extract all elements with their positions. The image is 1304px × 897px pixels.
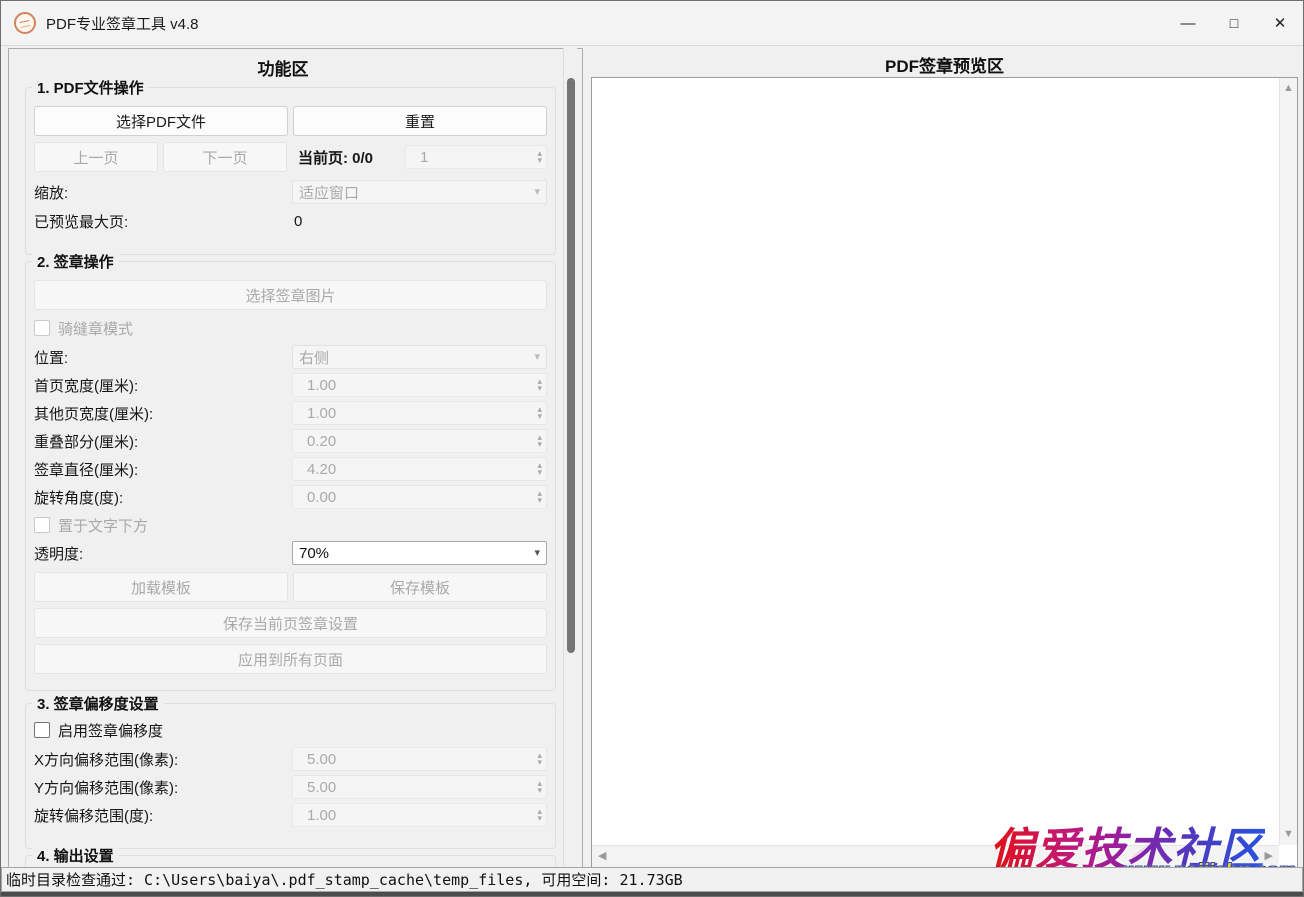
chevron-down-icon: ▾ bbox=[534, 187, 540, 198]
opacity-label: 透明度: bbox=[34, 543, 287, 564]
enable-offset-label: 启用签章偏移度 bbox=[58, 720, 163, 741]
spin-down-icon[interactable]: ▾ bbox=[537, 157, 542, 164]
stamp-diameter-label: 签章直径(厘米): bbox=[34, 459, 287, 480]
y-offset-range-label: Y方向偏移范围(像素): bbox=[34, 777, 287, 798]
y-offset-range-spinner[interactable]: 5.00 ▴ ▾ bbox=[292, 775, 547, 799]
scroll-down-icon[interactable]: ▼ bbox=[1283, 829, 1294, 840]
spin-down-icon[interactable]: ▾ bbox=[537, 787, 542, 794]
next-page-button[interactable]: 下一页 bbox=[163, 142, 287, 172]
preview-max-label: 已预览最大页: bbox=[34, 211, 287, 232]
select-stamp-image-button[interactable]: 选择签章图片 bbox=[34, 280, 547, 310]
save-current-page-settings-button[interactable]: 保存当前页签章设置 bbox=[34, 608, 547, 638]
straddle-stamp-mode-checkbox[interactable]: 骑缝章模式 bbox=[34, 317, 547, 339]
scrollbar-thumb[interactable] bbox=[567, 78, 575, 653]
pdf-preview-canvas[interactable]: ▲ ▼ ◀ ▶ bbox=[591, 77, 1298, 868]
position-dropdown[interactable]: 右侧 ▾ bbox=[292, 345, 547, 369]
window-bottom-edge bbox=[1, 892, 1303, 896]
zoom-dropdown[interactable]: 适应窗口 ▾ bbox=[292, 180, 547, 204]
first-page-width-label: 首页宽度(厘米): bbox=[34, 375, 287, 396]
preview-panel-title: PDF签章预览区 bbox=[591, 52, 1298, 77]
spin-down-icon[interactable]: ▾ bbox=[537, 469, 542, 476]
under-text-checkbox[interactable]: 置于文字下方 bbox=[34, 514, 547, 536]
overlap-label: 重叠部分(厘米): bbox=[34, 431, 287, 452]
group1-title: 1. PDF文件操作 bbox=[32, 77, 149, 98]
group3-title: 3. 签章偏移度设置 bbox=[32, 693, 164, 714]
position-selected-value: 右侧 bbox=[299, 347, 534, 368]
prev-page-button[interactable]: 上一页 bbox=[34, 142, 158, 172]
chevron-down-icon: ▾ bbox=[534, 548, 540, 559]
group-pdf-file-operations: 1. PDF文件操作 选择PDF文件 重置 上一页 下一页 当前页: 0/0 1… bbox=[25, 87, 556, 255]
status-bar: 临时目录检查通过: C:\Users\baiya\.pdf_stamp_cach… bbox=[1, 867, 1303, 892]
x-offset-range-label: X方向偏移范围(像素): bbox=[34, 749, 287, 770]
x-offset-range-spinner[interactable]: 5.00 ▴ ▾ bbox=[292, 747, 547, 771]
preview-vertical-scrollbar[interactable]: ▲ ▼ bbox=[1279, 78, 1297, 845]
checkbox-icon bbox=[34, 517, 50, 533]
close-button[interactable]: ✕ bbox=[1257, 1, 1303, 45]
group2-title: 2. 签章操作 bbox=[32, 251, 119, 272]
group4-title: 4. 输出设置 bbox=[32, 845, 119, 866]
spin-down-icon[interactable]: ▾ bbox=[537, 497, 542, 504]
checkbox-icon bbox=[34, 722, 50, 738]
minimize-button[interactable]: — bbox=[1165, 1, 1211, 45]
spin-down-icon[interactable]: ▾ bbox=[537, 385, 542, 392]
app-stamp-icon bbox=[14, 12, 36, 34]
window-title: PDF专业签章工具 v4.8 bbox=[46, 13, 199, 34]
rotation-angle-label: 旋转角度(度): bbox=[34, 487, 287, 508]
opacity-selected-value: 70% bbox=[299, 545, 534, 562]
chevron-down-icon: ▾ bbox=[534, 352, 540, 363]
title-bar: PDF专业签章工具 v4.8 — □ ✕ bbox=[1, 1, 1303, 46]
select-pdf-button[interactable]: 选择PDF文件 bbox=[34, 106, 288, 136]
page-number-spinner[interactable]: 1 ▴ ▾ bbox=[405, 145, 547, 169]
zoom-label: 缩放: bbox=[34, 182, 287, 203]
position-label: 位置: bbox=[34, 347, 287, 368]
current-page-label: 当前页: 0/0 bbox=[292, 147, 400, 168]
enable-offset-checkbox[interactable]: 启用签章偏移度 bbox=[34, 719, 547, 741]
page-number-value: 1 bbox=[420, 149, 537, 166]
first-page-width-spinner[interactable]: 1.00 ▴ ▾ bbox=[292, 373, 547, 397]
other-page-width-label: 其他页宽度(厘米): bbox=[34, 403, 287, 424]
maximize-button[interactable]: □ bbox=[1211, 1, 1257, 45]
apply-to-all-pages-button[interactable]: 应用到所有页面 bbox=[34, 644, 547, 674]
load-template-button[interactable]: 加载模板 bbox=[34, 572, 288, 602]
group-stamp-offset-settings: 3. 签章偏移度设置 启用签章偏移度 X方向偏移范围(像素): 5.00 ▴ ▾… bbox=[25, 703, 556, 849]
window-controls: — □ ✕ bbox=[1165, 1, 1303, 45]
rotation-offset-range-spinner[interactable]: 1.00 ▴ ▾ bbox=[292, 803, 547, 827]
overlap-spinner[interactable]: 0.20 ▴ ▾ bbox=[292, 429, 547, 453]
scroll-up-icon[interactable]: ▲ bbox=[1283, 83, 1294, 94]
spin-down-icon[interactable]: ▾ bbox=[537, 815, 542, 822]
rotation-offset-range-label: 旋转偏移范围(度): bbox=[34, 805, 287, 826]
preview-max-value: 0 bbox=[292, 213, 547, 230]
reset-button[interactable]: 重置 bbox=[293, 106, 547, 136]
spin-down-icon[interactable]: ▾ bbox=[537, 759, 542, 766]
zoom-selected-value: 适应窗口 bbox=[299, 182, 534, 203]
scroll-left-icon[interactable]: ◀ bbox=[598, 851, 606, 862]
spin-down-icon[interactable]: ▾ bbox=[537, 441, 542, 448]
checkbox-icon bbox=[34, 320, 50, 336]
status-message: 临时目录检查通过: C:\Users\baiya\.pdf_stamp_cach… bbox=[2, 869, 683, 890]
other-page-width-spinner[interactable]: 1.00 ▴ ▾ bbox=[292, 401, 547, 425]
rotation-angle-spinner[interactable]: 0.00 ▴ ▾ bbox=[292, 485, 547, 509]
stamp-diameter-spinner[interactable]: 4.20 ▴ ▾ bbox=[292, 457, 547, 481]
spin-down-icon[interactable]: ▾ bbox=[537, 413, 542, 420]
function-panel: 功能区 1. PDF文件操作 选择PDF文件 重置 上一页 下一页 当前页: 0… bbox=[8, 48, 583, 869]
function-panel-scrollbar[interactable] bbox=[563, 48, 577, 869]
group-stamp-operations: 2. 签章操作 选择签章图片 骑缝章模式 位置: 右侧 ▾ 首页宽度(厘米): … bbox=[25, 261, 556, 691]
opacity-dropdown[interactable]: 70% ▾ bbox=[292, 541, 547, 565]
under-text-label: 置于文字下方 bbox=[58, 515, 148, 536]
save-template-button[interactable]: 保存模板 bbox=[293, 572, 547, 602]
straddle-stamp-mode-label: 骑缝章模式 bbox=[58, 318, 133, 339]
